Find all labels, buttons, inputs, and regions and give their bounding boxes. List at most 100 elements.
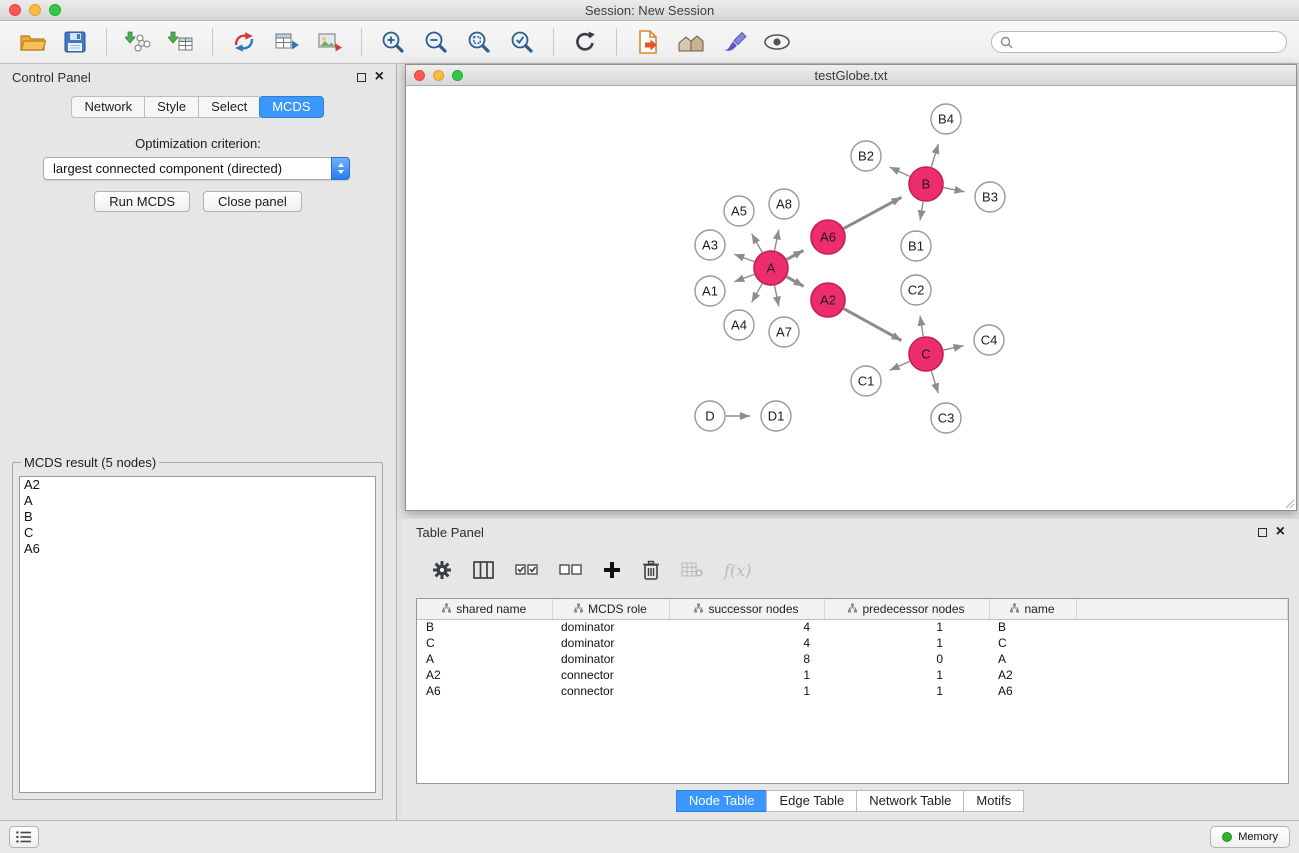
table-settings-button[interactable] — [432, 560, 452, 580]
tab-network-table[interactable]: Network Table — [856, 790, 964, 812]
cell-MCDS-role[interactable]: dominator — [552, 619, 669, 635]
cell-predecessor-nodes[interactable]: 0 — [824, 651, 989, 667]
table-row[interactable]: Cdominator41C — [417, 635, 1288, 651]
save-session-button[interactable] — [55, 24, 95, 60]
clone-network-button[interactable] — [224, 24, 264, 60]
import-network-button[interactable] — [118, 24, 158, 60]
home-neighbors-button[interactable] — [671, 24, 711, 60]
search-input[interactable] — [1018, 35, 1278, 50]
column-header-name[interactable]: name — [989, 599, 1076, 619]
table-row[interactable]: Bdominator41B — [417, 619, 1288, 635]
result-item[interactable]: C — [20, 525, 375, 541]
tab-style[interactable]: Style — [144, 96, 199, 118]
apply-style-button[interactable] — [714, 24, 754, 60]
show-graphics-details-button[interactable] — [757, 24, 797, 60]
close-table-panel-icon[interactable]: × — [1276, 527, 1285, 537]
task-history-button[interactable] — [9, 826, 39, 848]
graph-edge-A-A5[interactable] — [752, 234, 763, 253]
cell-successor-nodes[interactable]: 8 — [669, 651, 824, 667]
graph-edge-B-B1[interactable] — [920, 202, 923, 221]
cell-MCDS-role[interactable]: connector — [552, 667, 669, 683]
import-table-button[interactable] — [161, 24, 201, 60]
zoom-fit-button[interactable] — [459, 24, 499, 60]
add-row-button[interactable] — [603, 561, 621, 579]
cell-successor-nodes[interactable]: 1 — [669, 683, 824, 699]
search-box[interactable] — [991, 31, 1287, 53]
graph-edge-A-A7[interactable] — [775, 286, 779, 307]
result-item[interactable]: B — [20, 509, 375, 525]
graph-edge-A-A1[interactable] — [734, 274, 754, 281]
network-canvas[interactable]: AA1A2A3A4A5A6A7A8BB1B2B3B4CC1C2C3C4DD1 — [406, 86, 1296, 510]
new-network-from-table-button[interactable] — [267, 24, 307, 60]
cell-predecessor-nodes[interactable]: 1 — [824, 683, 989, 699]
cell-successor-nodes[interactable]: 4 — [669, 635, 824, 651]
apply-layout-button[interactable] — [565, 24, 605, 60]
close-panel-icon[interactable]: × — [375, 72, 384, 82]
graph-edge-C-C4[interactable] — [944, 346, 964, 351]
delete-rows-button[interactable] — [642, 560, 660, 580]
cell-predecessor-nodes[interactable]: 1 — [824, 635, 989, 651]
tab-mcds[interactable]: MCDS — [259, 96, 323, 118]
zoom-out-button[interactable] — [416, 24, 456, 60]
close-network-window-button[interactable] — [414, 70, 425, 81]
cell-name[interactable]: A6 — [989, 683, 1076, 699]
table-row[interactable]: A2connector11A2 — [417, 667, 1288, 683]
graph-edge-A-A8[interactable] — [775, 230, 779, 251]
close-panel-button[interactable]: Close panel — [203, 191, 302, 212]
graph-edge-C-C2[interactable] — [920, 316, 923, 337]
criterion-dropdown[interactable]: largest connected component (directed) — [43, 157, 350, 180]
result-item[interactable]: A6 — [20, 541, 375, 557]
column-header-successor-nodes[interactable]: successor nodes — [669, 599, 824, 619]
zoom-window-button[interactable] — [49, 4, 61, 16]
minimize-network-window-button[interactable] — [433, 70, 444, 81]
export-image-button[interactable] — [310, 24, 350, 60]
cell-successor-nodes[interactable]: 4 — [669, 619, 824, 635]
graph-edge-A-A4[interactable] — [752, 284, 763, 303]
float-table-panel-icon[interactable] — [1258, 528, 1267, 537]
column-header-predecessor-nodes[interactable]: predecessor nodes — [824, 599, 989, 619]
select-all-button[interactable] — [515, 563, 538, 577]
zoom-in-button[interactable] — [373, 24, 413, 60]
graph-edge-A-A6[interactable] — [787, 250, 804, 259]
show-columns-button[interactable] — [473, 561, 494, 579]
result-item[interactable]: A — [20, 493, 375, 509]
cell-MCDS-role[interactable]: dominator — [552, 651, 669, 667]
cell-shared-name[interactable]: A6 — [417, 683, 552, 699]
cell-name[interactable]: A — [989, 651, 1076, 667]
graph-edge-C-C1[interactable] — [890, 361, 910, 370]
graph-edge-A-A2[interactable] — [787, 277, 804, 287]
float-panel-icon[interactable] — [357, 73, 366, 82]
cell-predecessor-nodes[interactable]: 1 — [824, 619, 989, 635]
network-window-titlebar[interactable]: testGlobe.txt — [406, 65, 1296, 86]
cell-MCDS-role[interactable]: dominator — [552, 635, 669, 651]
cell-name[interactable]: B — [989, 619, 1076, 635]
zoom-network-window-button[interactable] — [452, 70, 463, 81]
memory-button[interactable]: Memory — [1210, 826, 1290, 848]
cell-predecessor-nodes[interactable]: 1 — [824, 667, 989, 683]
cell-MCDS-role[interactable]: connector — [552, 683, 669, 699]
table-row[interactable]: Adominator80A — [417, 651, 1288, 667]
cell-name[interactable]: A2 — [989, 667, 1076, 683]
close-window-button[interactable] — [9, 4, 21, 16]
open-session-button[interactable] — [12, 24, 52, 60]
graph-edge-B-B3[interactable] — [944, 188, 965, 192]
tab-node-table[interactable]: Node Table — [676, 790, 768, 812]
table-row[interactable]: A6connector11A6 — [417, 683, 1288, 699]
export-document-button[interactable] — [628, 24, 668, 60]
unselect-all-button[interactable] — [559, 563, 582, 577]
zoom-selected-button[interactable] — [502, 24, 542, 60]
result-item[interactable]: A2 — [20, 477, 375, 493]
cell-successor-nodes[interactable]: 1 — [669, 667, 824, 683]
cell-shared-name[interactable]: C — [417, 635, 552, 651]
cell-shared-name[interactable]: B — [417, 619, 552, 635]
graph-edge-B-B4[interactable] — [931, 144, 938, 167]
minimize-window-button[interactable] — [29, 4, 41, 16]
run-mcds-button[interactable]: Run MCDS — [94, 191, 190, 212]
graph-edge-A6-B[interactable] — [844, 197, 902, 228]
graph-edge-C-C3[interactable] — [931, 371, 938, 393]
cell-name[interactable]: C — [989, 635, 1076, 651]
cell-shared-name[interactable]: A2 — [417, 667, 552, 683]
tab-network[interactable]: Network — [71, 96, 145, 118]
graph-edge-B-B2[interactable] — [890, 167, 910, 176]
resize-grip-icon[interactable] — [1283, 497, 1295, 509]
